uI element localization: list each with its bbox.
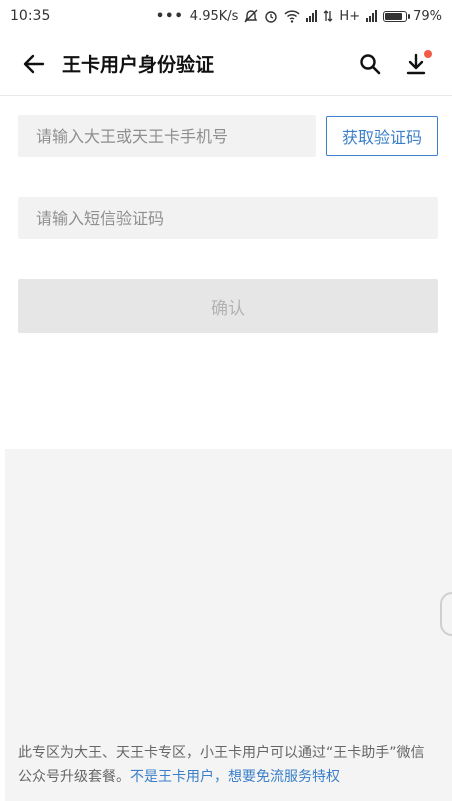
signal-icon (306, 10, 318, 22)
more-dots-icon: ••• (155, 8, 184, 24)
battery-icon (383, 10, 411, 22)
verification-form: 获取验证码 确认 (18, 115, 438, 333)
confirm-button[interactable]: 确认 (18, 279, 438, 333)
mute-icon (244, 9, 258, 23)
footer-notice: 此专区为大王、天王卡专区，小王卡用户可以通过“王卡助手”微信公众号升级套餐。不是… (18, 741, 438, 789)
battery-percent: 79% (413, 8, 442, 24)
alarm-icon (265, 11, 278, 23)
page-title: 王卡用户身份验证 (62, 54, 215, 76)
search-icon (360, 53, 381, 74)
floating-side-handle[interactable] (440, 592, 452, 636)
phone-field-wrapper (18, 115, 316, 157)
status-icons: ••• 4.95K/s H+ 79% (156, 9, 442, 24)
phone-input[interactable] (34, 125, 300, 147)
back-button[interactable] (16, 46, 52, 82)
wifi-icon (284, 9, 300, 23)
data-arrows-icon (323, 10, 333, 22)
status-bar: 10:35 ••• 4.95K/s H+ 79% (0, 0, 452, 32)
net-speed: 4.95K/s (189, 8, 239, 24)
download-button[interactable] (396, 44, 436, 84)
arrow-left-icon (23, 54, 45, 73)
sms-field-wrapper (18, 197, 438, 239)
phone-row: 获取验证码 (18, 115, 438, 157)
network-type: H+ (339, 8, 361, 24)
not-wangka-user-link[interactable]: 不是王卡用户，想要免流服务特权 (130, 769, 340, 785)
get-code-button[interactable]: 获取验证码 (326, 116, 438, 156)
status-time: 10:35 (10, 8, 51, 24)
search-button[interactable] (350, 44, 390, 84)
signal-icon-2 (366, 10, 378, 22)
app-bar: 王卡用户身份验证 (0, 32, 452, 96)
notification-dot (424, 49, 432, 58)
sms-code-input[interactable] (34, 207, 422, 229)
